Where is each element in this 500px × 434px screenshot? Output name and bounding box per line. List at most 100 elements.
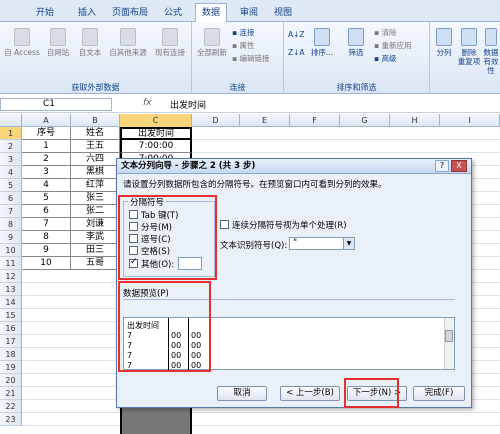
cell-c2[interactable]: 7:00:00 — [120, 140, 192, 153]
cell-a4[interactable]: 3 — [22, 166, 71, 179]
row-header[interactable]: 20 — [0, 374, 22, 387]
cell-a1[interactable]: 序号 — [22, 127, 71, 140]
other-checkbox[interactable]: 其他(O): — [129, 257, 174, 270]
edit-links-button[interactable]: ▪ 编辑链接 — [232, 53, 269, 64]
cell-a9[interactable]: 8 — [22, 231, 71, 244]
cell-b5[interactable]: 红萍 — [71, 179, 120, 192]
text-to-columns-button[interactable]: 分列 — [432, 28, 456, 57]
row-header[interactable]: 3 — [0, 153, 22, 166]
column-header-g[interactable]: G — [340, 114, 390, 127]
row-header[interactable]: 17 — [0, 335, 22, 348]
cell-b6[interactable]: 张三 — [71, 192, 120, 205]
tab-page-layout[interactable]: 页面布局 — [106, 4, 154, 22]
data-validation-button[interactable]: 数据 有效性 — [482, 28, 500, 75]
row-header[interactable]: 15 — [0, 309, 22, 322]
finish-button[interactable]: 完成(F) — [413, 386, 465, 401]
space-checkbox[interactable]: 空格(S) — [129, 245, 170, 257]
row-header[interactable]: 2 — [0, 140, 22, 153]
cell-b3[interactable]: 六四 — [71, 153, 120, 166]
existing-connections-button[interactable]: 现有连接 — [152, 28, 188, 57]
row-header[interactable]: 1 — [0, 127, 22, 140]
column-header-e[interactable]: E — [240, 114, 290, 127]
row-header[interactable]: 14 — [0, 296, 22, 309]
row-header[interactable]: 9 — [0, 231, 22, 244]
tab-home[interactable]: 开始 — [30, 4, 60, 22]
from-access-button[interactable]: 自 Access — [2, 28, 42, 57]
cell-b4[interactable]: 黑棋 — [71, 166, 120, 179]
row-header[interactable]: 8 — [0, 218, 22, 231]
column-header-a[interactable]: A — [22, 114, 71, 127]
other-delimiter-input[interactable] — [178, 257, 202, 270]
cell-a8[interactable]: 7 — [22, 218, 71, 231]
sort-button[interactable]: 排序... — [306, 28, 338, 57]
name-box[interactable]: C1 — [0, 98, 112, 111]
row-header[interactable]: 13 — [0, 283, 22, 296]
close-button[interactable]: X — [451, 160, 467, 172]
select-all-corner[interactable] — [0, 114, 22, 127]
semicolon-checkbox[interactable]: 分号(M) — [129, 221, 172, 233]
row-header[interactable]: 10 — [0, 244, 22, 257]
row-header[interactable]: 18 — [0, 348, 22, 361]
row-header[interactable]: 12 — [0, 270, 22, 283]
row-header[interactable]: 11 — [0, 257, 22, 270]
cell-a7[interactable]: 6 — [22, 205, 71, 218]
scrollbar-thumb[interactable] — [445, 330, 453, 342]
consecutive-delimiters-checkbox[interactable]: 连续分隔符号视为单个处理(R) — [220, 219, 347, 231]
cell-a11[interactable]: 10 — [22, 257, 71, 270]
connections-button[interactable]: ▪ 连接 — [232, 27, 254, 38]
cell-b10[interactable]: 田三 — [71, 244, 120, 257]
cell-a5[interactable]: 4 — [22, 179, 71, 192]
tab-data[interactable]: 数据 — [195, 3, 228, 22]
column-header-b[interactable]: B — [71, 114, 120, 127]
tab-review[interactable]: 审阅 — [234, 4, 264, 22]
cancel-button[interactable]: 取消 — [217, 386, 267, 401]
cell-a10[interactable]: 9 — [22, 244, 71, 257]
advanced-button[interactable]: ▪ 高级 — [374, 53, 396, 64]
cell-b11[interactable]: 五哥 — [71, 257, 120, 270]
cell-a3[interactable]: 2 — [22, 153, 71, 166]
data-preview-box[interactable]: 出发时间 7 00 00 7 00 00 7 00 00 7 00 00 — [123, 317, 455, 370]
cell-b7[interactable]: 张二 — [71, 205, 120, 218]
from-text-button[interactable]: 自文本 — [74, 28, 106, 57]
row-header[interactable]: 16 — [0, 322, 22, 335]
sort-descending-icon[interactable]: Z↓A — [288, 48, 305, 57]
help-button[interactable]: ? — [435, 160, 449, 172]
tab-formulas[interactable]: 公式 — [158, 4, 188, 22]
column-header-d[interactable]: D — [192, 114, 240, 127]
row-header[interactable]: 4 — [0, 166, 22, 179]
row-header[interactable]: 19 — [0, 361, 22, 374]
tab-insert[interactable]: 插入 — [72, 4, 102, 22]
back-button[interactable]: < 上一步(B) — [280, 386, 340, 401]
refresh-all-button[interactable]: 全部刷新 — [194, 28, 230, 57]
row-header[interactable]: 6 — [0, 192, 22, 205]
column-header-i[interactable]: I — [440, 114, 500, 127]
from-web-button[interactable]: 自网站 — [42, 28, 74, 57]
cell-c1-active[interactable]: 出发时间 — [120, 127, 192, 140]
tab-checkbox[interactable]: Tab 键(T) — [129, 209, 178, 221]
formula-input[interactable]: 出发时间 — [170, 98, 206, 111]
cell-a6[interactable]: 5 — [22, 192, 71, 205]
cell-b9[interactable]: 李武 — [71, 231, 120, 244]
cell-b2[interactable]: 王五 — [71, 140, 120, 153]
tab-view[interactable]: 视图 — [268, 4, 298, 22]
from-other-sources-button[interactable]: 自其他来源 — [106, 28, 150, 57]
cell-b1[interactable]: 姓名 — [71, 127, 120, 140]
row-header[interactable]: 23 — [0, 413, 22, 426]
row-header[interactable]: 22 — [0, 400, 22, 413]
properties-button[interactable]: ▪ 属性 — [232, 40, 254, 51]
column-header-h[interactable]: H — [390, 114, 440, 127]
sort-ascending-icon[interactable]: A↓Z — [288, 30, 305, 39]
row-header[interactable]: 7 — [0, 205, 22, 218]
cell-b8[interactable]: 刘谦 — [71, 218, 120, 231]
row-header[interactable]: 21 — [0, 387, 22, 400]
reapply-button[interactable]: ▪ 重新应用 — [374, 40, 411, 51]
column-header-f[interactable]: F — [290, 114, 340, 127]
next-button[interactable]: 下一步(N) > — [347, 386, 407, 401]
filter-button[interactable]: 筛选 — [342, 28, 370, 57]
text-qualifier-select[interactable]: " ▼ — [289, 237, 355, 250]
fx-icon[interactable]: fx — [143, 98, 152, 108]
clear-button[interactable]: ▪ 清除 — [374, 27, 396, 38]
cell-a2[interactable]: 1 — [22, 140, 71, 153]
comma-checkbox[interactable]: 逗号(C) — [129, 233, 171, 245]
row-header[interactable]: 5 — [0, 179, 22, 192]
